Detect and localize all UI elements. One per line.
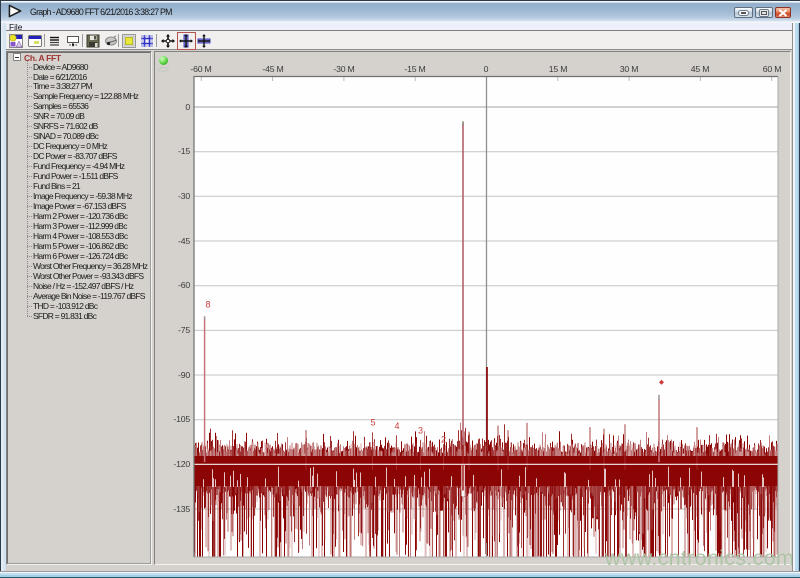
svg-text:3: 3 [418,426,423,436]
svg-text:4: 4 [394,421,399,431]
svg-text:2: 2 [441,435,446,445]
svg-text:5: 5 [370,418,375,428]
svg-text:8: 8 [205,300,210,310]
